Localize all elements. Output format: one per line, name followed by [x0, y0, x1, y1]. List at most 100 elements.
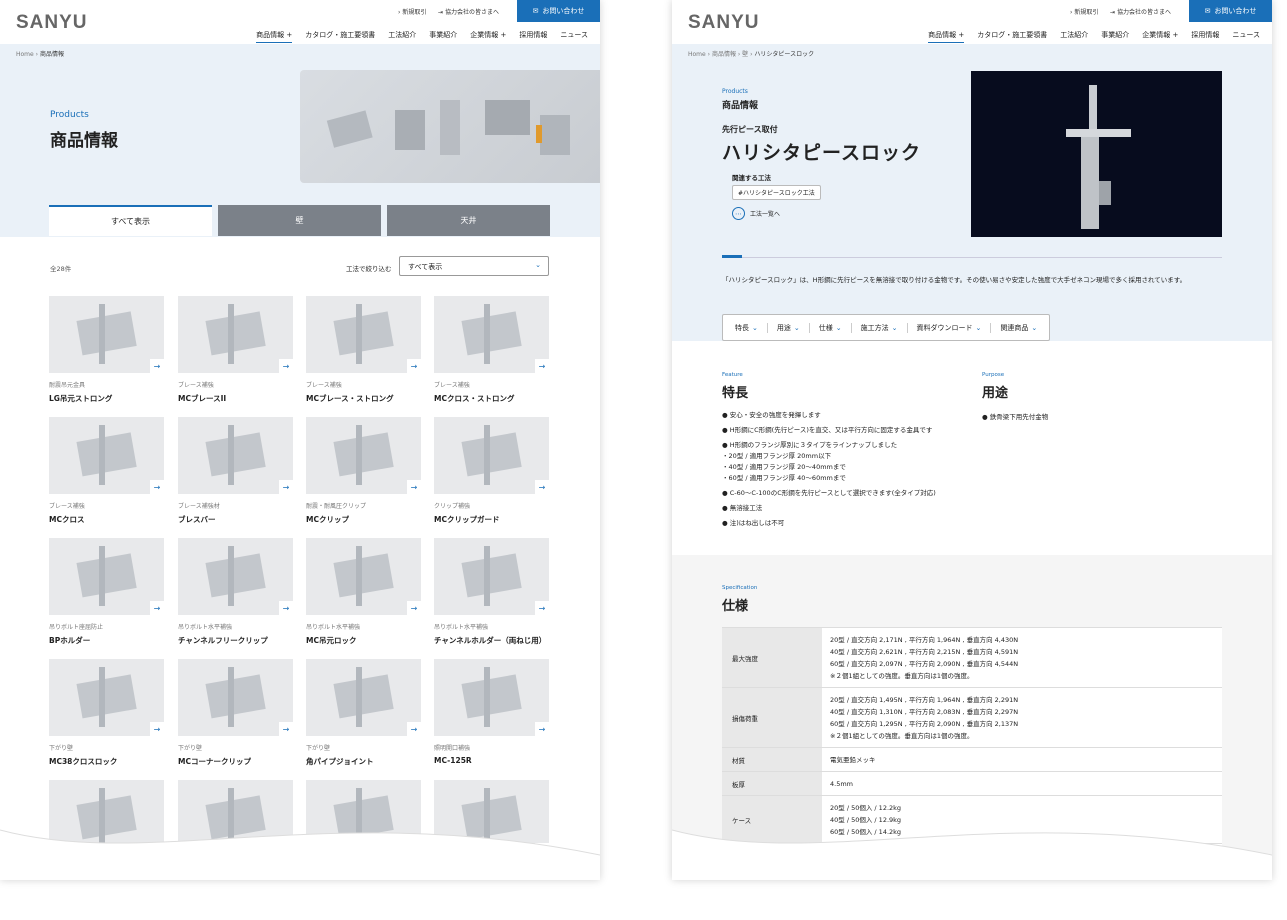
nav-news[interactable]: ニュース	[1232, 30, 1260, 43]
mail-icon: ✉	[1204, 7, 1211, 15]
anchor-spec[interactable]: 仕様 ⌄	[810, 322, 852, 333]
product-category: ブレース補強	[306, 382, 342, 389]
method-list-link[interactable]: ⋯ 工法一覧へ	[732, 207, 780, 220]
product-name: ブレスバー	[178, 515, 216, 524]
arrow-right-icon: →	[407, 480, 421, 494]
product-card[interactable]: → ブレース補強材 ブレスバー	[178, 417, 293, 525]
product-illustration	[76, 425, 137, 485]
product-category: 吊りボルト水平補強	[306, 624, 361, 631]
section-label: 商品情報	[722, 101, 759, 111]
nav-company[interactable]: 企業情報 +	[470, 30, 506, 43]
purpose-heading: 用途	[982, 386, 1009, 401]
util-link-new[interactable]: › 新規取引	[398, 7, 426, 16]
product-description: 「ハリシタピースロック」は、H形鋼に先行ピースを無溶接で取り付ける金物です。その…	[722, 276, 1187, 284]
product-card[interactable]: → クリップ補強 MCクリップガード	[434, 417, 549, 525]
nav-methods[interactable]: 工法紹介	[1060, 30, 1088, 43]
anchor-download[interactable]: 資料ダウンロード ⌄	[908, 322, 992, 333]
product-name: 角パイプジョイント	[306, 757, 374, 766]
product-category: 先行ピー…	[306, 866, 337, 873]
product-card[interactable]: → 吊りボルト水平補強 チャンネルホルダー（両ねじ用）	[434, 538, 549, 646]
mail-icon: ✉	[532, 7, 539, 15]
product-card[interactable]: → ブレース補強 MCブレース・ストロング	[306, 296, 421, 404]
contact-button[interactable]: ✉ お問い合わせ	[517, 0, 600, 22]
product-card[interactable]: → 下がり壁 MC38クロスロック	[49, 659, 164, 767]
related-method-tag[interactable]: #ハリシタピースロック工法	[732, 185, 821, 200]
chevron-down-icon: ⌄	[793, 323, 800, 332]
product-card[interactable]: → ブレース補強 MCクロス	[49, 417, 164, 525]
nav-recruit[interactable]: 採用情報	[1191, 30, 1219, 43]
product-name: MCブレースII	[178, 394, 227, 403]
hero-en-label: Products	[50, 110, 89, 120]
util-link-new-label: 新規取引	[1074, 9, 1099, 16]
product-card[interactable]: → 吊りボルト座屈防止 BPホルダー	[49, 538, 164, 646]
product-category: その他	[178, 866, 197, 873]
product-card[interactable]: → 照明開口補強 MC-125R	[434, 659, 549, 765]
nav-catalog[interactable]: カタログ・施工要領書	[977, 30, 1047, 43]
product-card[interactable]: → 野縁受け端部固定ランナー野縁	[49, 780, 164, 880]
product-card[interactable]: → ブレース補強 MCクロス・ストロング	[434, 296, 549, 404]
tab-wall[interactable]: 壁	[218, 205, 381, 236]
util-link-partners-label: 協力会社の皆さまへ	[1116, 9, 1171, 16]
util-link-partners[interactable]: ⇥ 協力会社の皆さまへ	[1110, 7, 1171, 16]
product-card[interactable]: → 先行ピー…	[306, 780, 421, 877]
product-card[interactable]: →	[434, 780, 549, 864]
product-category: 下がり壁	[178, 745, 203, 752]
product-thumbnail: →	[434, 417, 549, 494]
logo[interactable]: SANYU	[688, 12, 760, 34]
util-link-partners[interactable]: ⇥ 協力会社の皆さまへ	[438, 7, 499, 16]
product-thumbnail: →	[178, 538, 293, 615]
breadcrumb-products[interactable]: 商品情報	[712, 51, 736, 58]
product-card[interactable]: → 吊りボルト水平補強 チャンネルフリークリップ	[178, 538, 293, 646]
nav-business[interactable]: 事業紹介	[429, 30, 457, 43]
anchor-method[interactable]: 施工方法 ⌄	[852, 322, 908, 333]
product-illustration	[461, 546, 522, 606]
product-thumbnail: →	[49, 538, 164, 615]
product-card[interactable]: → 吊りボルト水平補強 MC吊元ロック	[306, 538, 421, 646]
contact-button[interactable]: ✉ お問い合わせ	[1189, 0, 1272, 22]
product-thumbnail: →	[49, 780, 164, 857]
nav-products[interactable]: 商品情報 +	[928, 30, 965, 43]
product-category: 耐震吊元金具	[49, 382, 86, 389]
anchor-related[interactable]: 関連商品 ⌄	[991, 323, 1046, 333]
anchor-purpose[interactable]: 用途 ⌄	[768, 322, 810, 333]
breadcrumb-wall[interactable]: 壁	[742, 51, 748, 58]
method-filter-select[interactable]: すべて表示 ⌄	[399, 256, 549, 276]
product-thumbnail: →	[49, 417, 164, 494]
product-name: チャンネルフリークリップ	[178, 636, 268, 645]
detail-en-label: Products	[722, 88, 748, 95]
product-card[interactable]: → ブレース補強 MCブレースII	[178, 296, 293, 404]
nav-news[interactable]: ニュース	[560, 30, 588, 43]
anchor-purpose-label: 用途	[776, 323, 791, 332]
product-card[interactable]: → 耐震・耐風圧クリップ MCクリップ	[306, 417, 421, 525]
arrow-right-icon: →	[279, 601, 293, 615]
product-name: チャンネルホルダー（両ねじ用）	[434, 636, 547, 645]
spec-table: 最大強度 20型 / 直交方向 2,171N , 平行方向 1,964N , 垂直…	[722, 627, 1222, 878]
nav-company[interactable]: 企業情報 +	[1142, 30, 1178, 43]
tab-ceiling[interactable]: 天井	[387, 205, 550, 236]
product-thumbnail: →	[434, 780, 549, 857]
nav-business[interactable]: 事業紹介	[1101, 30, 1129, 43]
nav-methods[interactable]: 工法紹介	[388, 30, 416, 43]
product-card[interactable]: → 下がり壁 MCコーナークリップ	[178, 659, 293, 767]
breadcrumb-current: 商品情報	[39, 51, 64, 58]
chevron-down-icon: ⌄	[835, 323, 842, 332]
product-name: MC吊元ロック	[306, 636, 357, 645]
global-nav: 商品情報 + カタログ・施工要領書 工法紹介 事業紹介 企業情報 + 採用情報 …	[928, 30, 1260, 43]
arrow-right-icon: →	[150, 601, 164, 615]
product-thumbnail: →	[434, 296, 549, 373]
nav-products[interactable]: 商品情報 +	[256, 30, 293, 43]
product-card[interactable]: → 耐震吊元金具 LG吊元ストロング	[49, 296, 164, 404]
breadcrumb-home[interactable]: Home	[688, 51, 706, 58]
util-link-new[interactable]: › 新規取引	[1070, 7, 1098, 16]
nav-recruit[interactable]: 採用情報	[519, 30, 547, 43]
product-card[interactable]: → 下がり壁 角パイプジョイント	[306, 659, 421, 767]
tab-all[interactable]: すべて表示	[49, 205, 212, 236]
arrow-right-icon: →	[279, 722, 293, 736]
logo[interactable]: SANYU	[16, 12, 88, 34]
nav-catalog[interactable]: カタログ・施工要領書	[305, 30, 375, 43]
breadcrumb-home[interactable]: Home	[16, 51, 34, 58]
feature-en: Feature	[722, 372, 743, 378]
anchor-feature[interactable]: 特長 ⌄	[726, 322, 768, 333]
product-name: MCクリップ	[306, 515, 349, 524]
product-card[interactable]: → その他 CクロスA	[178, 780, 293, 880]
